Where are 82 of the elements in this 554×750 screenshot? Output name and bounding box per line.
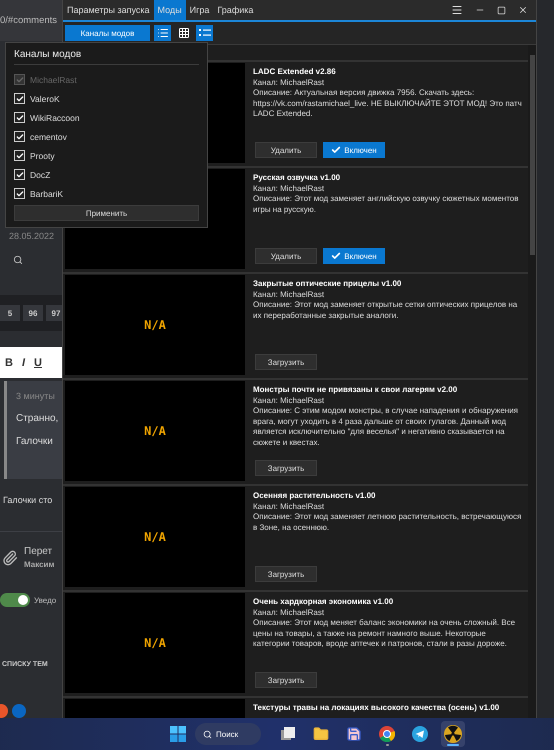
attachment-author: Максим <box>24 560 54 569</box>
channels-button[interactable]: Каналы модов <box>65 25 150 41</box>
view-toggle[interactable] <box>196 25 213 41</box>
enabled-toggle-button[interactable]: Включен <box>323 248 385 264</box>
tab[interactable]: Параметры запуска <box>63 0 154 20</box>
tab[interactable]: Графика <box>213 0 258 20</box>
paperclip-icon <box>2 550 18 566</box>
mod-channel: Канал: MichaelRast <box>253 502 326 512</box>
mod-channel: Канал: MichaelRast <box>253 78 326 88</box>
scrollbar[interactable] <box>528 45 536 718</box>
mod-title: Текстуры травы на локациях высокого качества (осень) v1.00 <box>253 703 500 714</box>
format-button[interactable]: I <box>22 356 26 369</box>
channel-name: WikiRaccoon <box>30 112 80 123</box>
windows-stack-icon <box>281 727 295 741</box>
download-button[interactable]: Загрузить <box>255 460 317 476</box>
preview-placeholder-text: N/A <box>144 318 166 332</box>
page-link[interactable]: 5 <box>0 305 20 322</box>
mod-description: Описание: Этот мод меняет баланс экономики на очень сложный. Все цены на товары, а также на ремонт намного выше. Некоторые категории товаров, вроде аптечек и патронов, стали в разы дороже. <box>253 618 516 650</box>
notify-switch[interactable] <box>0 593 30 607</box>
preview-placeholder-text: N/A <box>144 424 166 438</box>
channel-name: cementov <box>30 132 67 142</box>
mod-description: Описание: Этот мод заменяет летнюю растительность, встречающуюся в Зоне, на осеннюю. <box>253 512 522 533</box>
delete-button[interactable]: Удалить <box>255 142 317 158</box>
mod-title: Русская озвучка v1.00 <box>253 173 342 184</box>
channel-name: ValeroK <box>30 94 60 104</box>
mod-channel: Канал: MichaelRast <box>253 184 326 194</box>
download-button[interactable]: Загрузить <box>255 566 317 582</box>
download-button[interactable]: Загрузить <box>255 354 317 370</box>
enabled-toggle-button[interactable]: Включен <box>323 142 385 158</box>
quote-text: Странно, <box>16 412 60 424</box>
apply-button[interactable]: Применить <box>14 205 199 221</box>
grid-view-icon <box>178 27 190 39</box>
notify-label: Уведо <box>34 596 56 604</box>
social-icon[interactable] <box>12 704 26 718</box>
mod-description: Описание: Этот мод заменяет английскую озвучку сюжетных моментов игры на русскую. <box>253 194 520 215</box>
comment-text: Галочки сто <box>3 495 54 505</box>
menu-icon[interactable] <box>451 4 463 16</box>
mod-title: Осенняя растительность v1.00 <box>253 491 376 502</box>
format-button[interactable]: B <box>5 356 13 369</box>
quote-text: Галочки <box>16 436 54 447</box>
mod-title: LADC Extended v2.86 <box>253 67 337 78</box>
address-text: 0/#comments <box>0 15 58 26</box>
preview-placeholder-text: N/A <box>144 636 166 650</box>
mod-title: Монстры почти не привязаны к свои лагерям v2.00 <box>253 385 458 396</box>
check-icon <box>331 145 342 155</box>
folder-icon <box>313 726 329 742</box>
search-icon <box>203 730 212 738</box>
taskbar-app[interactable] <box>441 721 465 747</box>
maximize-icon[interactable] <box>497 6 506 14</box>
radiation-icon <box>444 725 462 743</box>
channel-name: DocZ <box>30 170 50 180</box>
download-button[interactable]: Загрузить <box>255 672 317 688</box>
channel-name: Prooty <box>30 150 55 161</box>
page-link[interactable]: 96 <box>23 305 43 322</box>
format-button[interactable]: U <box>34 356 42 369</box>
mod-title: Очень хардкорная экономика v1.00 <box>253 597 394 608</box>
mod-description: Описание: Этот мод заменяет открытые сетки оптических прицелов на их переработанные закрытые аналоги. <box>253 300 518 321</box>
tab[interactable]: Игра <box>186 0 214 20</box>
paper-plane-icon <box>412 726 428 742</box>
channel-name: MichaelRast <box>30 74 77 85</box>
check-icon <box>331 251 342 261</box>
page-link[interactable]: 97 <box>46 305 62 322</box>
popup-title: Каналы модов <box>14 49 199 65</box>
channel-name: BarbariK <box>30 188 64 199</box>
mod-description: Описание: Актуальная версия движка 7956. Скачать здесь: https://vk.com/rastamichael_live. НЕ ВЫКЛЮЧАЙТЕ ЭТОТ МОД! Это патч LADC Extended. <box>253 88 522 120</box>
browser-icon <box>379 726 395 742</box>
post-date: 28.05.2022 <box>8 231 56 242</box>
compact-list-icon <box>198 28 210 38</box>
mod-channel: Канал: MichaelRast <box>253 608 326 618</box>
taskbar-search[interactable]: Поиск <box>195 723 261 745</box>
preview-placeholder-text: N/A <box>144 530 166 544</box>
mod-description: Описание: С этим модом монстры, в случае нападения и обнаружения врага, могут уходить в 4 раза дальше от своих гулагов. Данный мод является исключительно "для веселья" и негативно сказывается на сюжете и квестах. <box>253 406 519 448</box>
delete-button[interactable]: Удалить <box>255 248 317 264</box>
view-toggle[interactable] <box>154 25 171 41</box>
windows-logo-icon[interactable] <box>170 726 186 742</box>
mod-channel: Канал: MichaelRast <box>253 290 326 300</box>
mod-channel: Канал: MichaelRast <box>253 396 326 406</box>
mod-title: Закрытые оптические прицелы v1.00 <box>253 279 402 290</box>
quote-time: 3 минуты <box>16 390 56 401</box>
search-icon[interactable] <box>13 255 23 266</box>
close-icon[interactable] <box>518 5 528 15</box>
attachment-title: Перет <box>24 546 54 557</box>
